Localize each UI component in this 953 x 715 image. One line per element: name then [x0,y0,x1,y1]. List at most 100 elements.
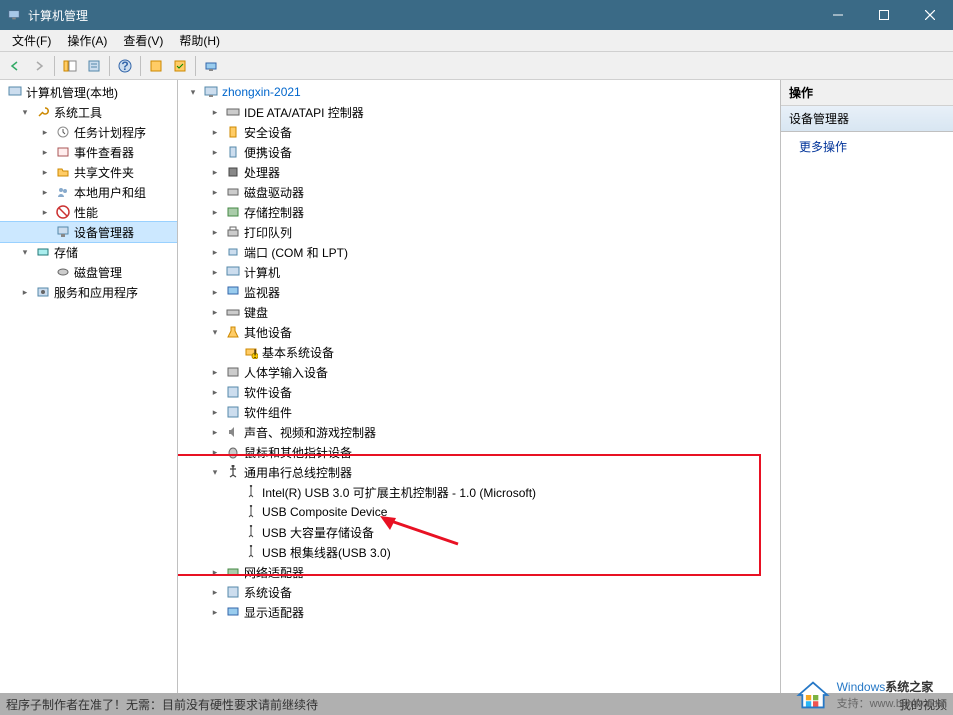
device-label: 通用串行总线控制器 [244,464,352,481]
chevron-right-icon[interactable]: ▸ [208,305,222,319]
chevron-down-icon[interactable]: ▾ [208,325,222,339]
device-category[interactable]: ▸软件组件 [178,402,780,422]
chevron-down-icon[interactable]: ▾ [186,85,200,99]
menu-view[interactable]: 查看(V) [115,30,171,51]
menu-file[interactable]: 文件(F) [4,30,59,51]
house-logo-icon [795,679,831,711]
chevron-right-icon[interactable]: ▸ [208,185,222,199]
device-label: 存储控制器 [244,204,304,221]
chevron-right-icon[interactable]: ▸ [38,125,52,139]
tree-event-viewer[interactable]: ▸事件查看器 [0,142,177,162]
device-item[interactable]: !基本系统设备 [178,342,780,362]
device-category[interactable]: ▸ IDE ATA/ATAPI 控制器 [178,102,780,122]
minimize-button[interactable] [815,0,861,30]
chevron-right-icon[interactable]: ▸ [208,205,222,219]
forward-button[interactable] [28,55,50,77]
device-label: 显示适配器 [244,604,304,621]
usb-icon [243,524,259,540]
back-button[interactable] [4,55,26,77]
menu-action[interactable]: 操作(A) [59,30,115,51]
device-category[interactable]: ▸系统设备 [178,582,780,602]
chevron-right-icon[interactable]: ▸ [208,445,222,459]
chevron-right-icon[interactable]: ▸ [208,285,222,299]
device-category[interactable]: ▸网络适配器 [178,562,780,582]
tree-shared-folders[interactable]: ▸共享文件夹 [0,162,177,182]
device-category[interactable]: ▸键盘 [178,302,780,322]
device-usb-controllers[interactable]: ▾ 通用串行总线控制器 [178,462,780,482]
chevron-down-icon[interactable]: ▾ [18,245,32,259]
chevron-right-icon[interactable]: ▸ [208,565,222,579]
chevron-down-icon[interactable]: ▾ [208,465,222,479]
device-category[interactable]: ▸软件设备 [178,382,780,402]
device-category[interactable]: ▾其他设备 [178,322,780,342]
device-category[interactable]: ▸声音、视频和游戏控制器 [178,422,780,442]
device-root[interactable]: ▾zhongxin-2021 [178,82,780,102]
tree-performance[interactable]: ▸性能 [0,202,177,222]
chevron-right-icon[interactable]: ▸ [208,125,222,139]
toolbar-button[interactable] [145,55,167,77]
device-category[interactable]: ▸人体学输入设备 [178,362,780,382]
tree-local-users[interactable]: ▸ 本地用户和组 [0,182,177,202]
chevron-right-icon[interactable]: ▸ [208,145,222,159]
actions-more-link[interactable]: 更多操作 [781,132,953,161]
audio-icon [225,424,241,440]
chevron-right-icon[interactable]: ▸ [38,185,52,199]
chevron-right-icon[interactable]: ▸ [208,265,222,279]
chevron-right-icon[interactable]: ▸ [208,225,222,239]
tree-root[interactable]: 计算机管理(本地) [0,82,177,102]
chevron-right-icon[interactable]: ▸ [38,205,52,219]
device-item[interactable]: USB 根集线器(USB 3.0) [178,542,780,562]
chevron-right-icon[interactable]: ▸ [208,385,222,399]
device-category[interactable]: ▸磁盘驱动器 [178,182,780,202]
properties-button[interactable] [83,55,105,77]
chevron-right-icon[interactable]: ▸ [208,245,222,259]
device-item[interactable]: USB Composite Device [178,502,780,522]
show-hide-tree-button[interactable] [59,55,81,77]
portable-icon [225,144,241,160]
toolbar-button[interactable] [169,55,191,77]
device-category[interactable]: ▸鼠标和其他指针设备 [178,442,780,462]
device-category[interactable]: ▸ 存储控制器 [178,202,780,222]
device-label: IDE ATA/ATAPI 控制器 [244,104,364,121]
chevron-down-icon[interactable]: ▾ [18,105,32,119]
help-button[interactable]: ? [114,55,136,77]
device-category[interactable]: ▸监视器 [178,282,780,302]
chevron-right-icon[interactable]: ▸ [208,105,222,119]
computer-icon [7,84,23,100]
device-category[interactable]: ▸便携设备 [178,142,780,162]
toolbar-separator [109,56,110,76]
device-category[interactable]: ▸ 显示适配器 [178,602,780,622]
device-item[interactable]: Intel(R) USB 3.0 可扩展主机控制器 - 1.0 (Microso… [178,482,780,502]
tree-services[interactable]: ▸服务和应用程序 [0,282,177,302]
tree-label: 任务计划程序 [74,124,146,141]
device-category[interactable]: ▸处理器 [178,162,780,182]
chevron-right-icon[interactable]: ▸ [18,285,32,299]
chevron-right-icon[interactable]: ▸ [208,405,222,419]
tree-storage[interactable]: ▾存储 [0,242,177,262]
chevron-right-icon[interactable]: ▸ [38,165,52,179]
device-item-usb-mass-storage[interactable]: USB 大容量存储设备 [178,522,780,542]
close-button[interactable] [907,0,953,30]
tree-system-tools[interactable]: ▾系统工具 [0,102,177,122]
menu-help[interactable]: 帮助(H) [171,30,228,51]
scan-button[interactable] [200,55,222,77]
tree-task-scheduler[interactable]: ▸ 任务计划程序 [0,122,177,142]
device-label: 打印队列 [244,224,292,241]
chevron-right-icon[interactable]: ▸ [208,165,222,179]
device-category[interactable]: ▸ 打印队列 [178,222,780,242]
chevron-right-icon[interactable]: ▸ [208,585,222,599]
device-category[interactable]: ▸计算机 [178,262,780,282]
tree-disk-management[interactable]: 磁盘管理 [0,262,177,282]
tree-label: 本地用户和组 [74,184,146,201]
device-tree[interactable]: ▾zhongxin-2021 ▸IDE ATA/ATAPI 控制器 ▸安全设备 … [178,80,781,693]
chevron-right-icon[interactable]: ▸ [208,365,222,379]
device-category[interactable]: ▸安全设备 [178,122,780,142]
tree-device-manager[interactable]: 设备管理器 [0,222,177,242]
nav-tree[interactable]: 计算机管理(本地) ▾系统工具 ▸ 任务计划程序 ▸事件查看器 ▸共享文件夹 ▸ 本… [0,80,178,693]
device-category[interactable]: ▸端口 (COM 和 LPT) [178,242,780,262]
workspace: 计算机管理(本地) ▾系统工具 ▸ 任务计划程序 ▸事件查看器 ▸共享文件夹 ▸ 本… [0,80,953,693]
chevron-right-icon[interactable]: ▸ [208,425,222,439]
chevron-right-icon[interactable]: ▸ [38,145,52,159]
maximize-button[interactable] [861,0,907,30]
chevron-right-icon[interactable]: ▸ [208,605,222,619]
